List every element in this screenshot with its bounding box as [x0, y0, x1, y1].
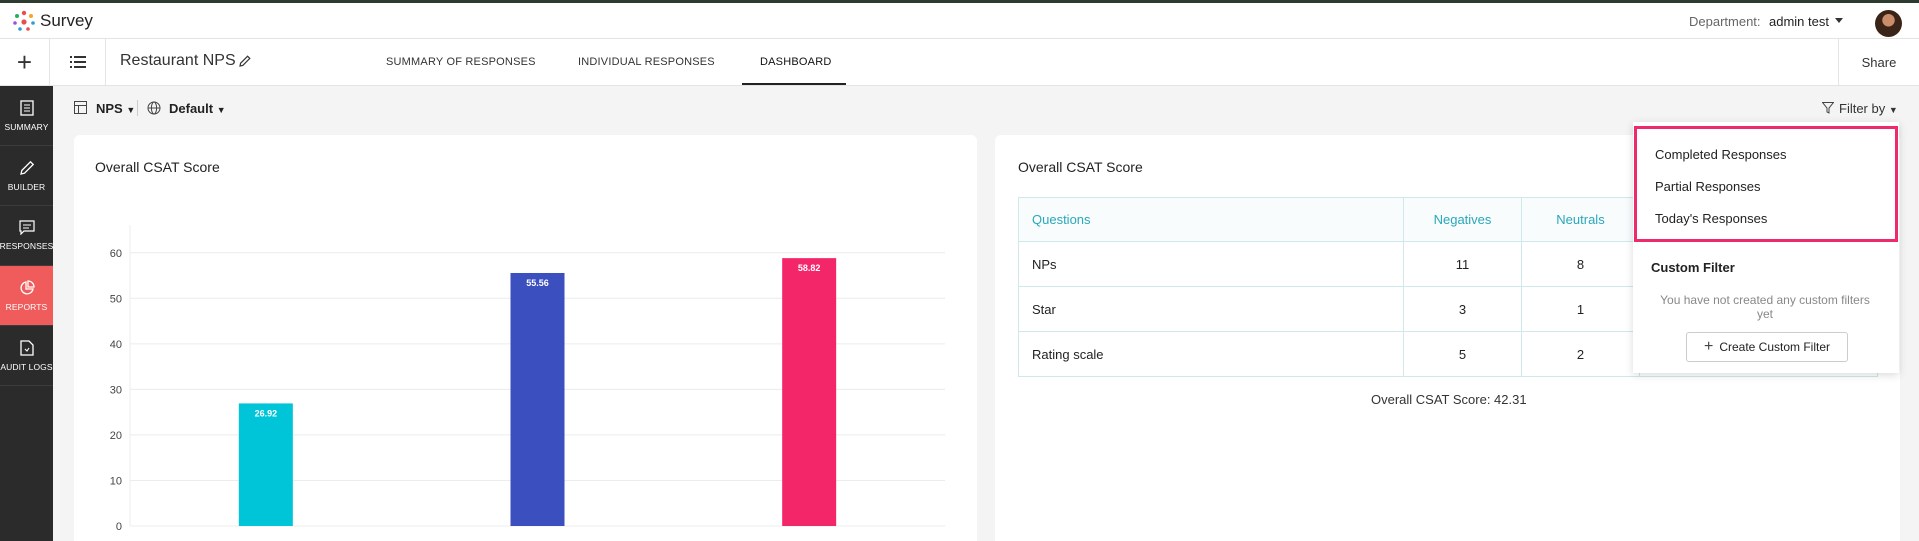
- table-cell: 3: [1403, 286, 1522, 332]
- y-tick-label: 50: [110, 293, 122, 305]
- tab-individual-responses[interactable]: INDIVIDUAL RESPONSES: [578, 56, 715, 68]
- y-tick-label: 40: [110, 339, 122, 351]
- view-select[interactable]: NPS ▼: [96, 101, 135, 116]
- edit-title-icon[interactable]: [239, 55, 251, 67]
- table-cell: Rating scale: [1018, 331, 1404, 377]
- y-tick-label: 20: [110, 430, 122, 442]
- column-header: Negatives: [1403, 197, 1522, 242]
- sidebar-item-audit-logs[interactable]: AUDIT LOGS: [0, 326, 53, 386]
- menu-list-button[interactable]: [50, 39, 106, 85]
- sidebar-item-label: RESPONSES: [0, 241, 54, 251]
- top-bar: Survey Department: admin test: [0, 3, 1919, 39]
- y-tick-label: 10: [110, 475, 122, 487]
- y-tick-label: 30: [110, 384, 122, 396]
- sidebar-item-responses[interactable]: RESPONSES: [0, 206, 53, 266]
- filter-option-today[interactable]: Today's Responses: [1655, 211, 1767, 226]
- filter-by-button[interactable]: Filter by ▼: [1839, 101, 1898, 116]
- y-tick-label: 60: [110, 248, 122, 260]
- custom-filter-empty-text: You have not created any custom filters …: [1660, 293, 1870, 321]
- create-custom-filter-button[interactable]: + Create Custom Filter: [1686, 332, 1848, 362]
- view-select-label: NPS: [96, 101, 123, 116]
- layout-icon: [74, 101, 87, 114]
- bar-value-label: 58.82: [798, 263, 821, 273]
- active-tab-indicator: [742, 83, 846, 85]
- chevron-down-icon: ▼: [1888, 105, 1898, 115]
- tab-dashboard[interactable]: DASHBOARD: [760, 56, 831, 68]
- survey-logo-icon: [13, 10, 35, 31]
- column-header: Questions: [1018, 197, 1404, 242]
- survey-subbar: + Restaurant NPS SUMMARY OF RESPONSES IN…: [0, 39, 1919, 86]
- filter-by-label: Filter by: [1839, 101, 1886, 116]
- table-cell: 8: [1521, 241, 1640, 287]
- document-icon: [19, 99, 34, 116]
- department-label: Department:: [1689, 14, 1761, 29]
- log-file-icon: [19, 339, 34, 356]
- filter-option-completed[interactable]: Completed Responses: [1655, 147, 1787, 162]
- bar: [510, 272, 565, 526]
- table-card-title: Overall CSAT Score: [1018, 159, 1143, 175]
- language-select[interactable]: Default ▼: [169, 101, 226, 116]
- globe-icon: [147, 101, 161, 115]
- add-button[interactable]: +: [0, 39, 50, 85]
- avatar[interactable]: [1875, 10, 1902, 37]
- chat-icon: [18, 220, 35, 235]
- sidebar-item-label: BUILDER: [7, 181, 46, 192]
- pencil-icon: [19, 160, 34, 175]
- chevron-down-icon: ▼: [216, 105, 226, 115]
- bar: [238, 403, 293, 526]
- toolbar-divider: [137, 100, 138, 116]
- bar: [782, 258, 837, 526]
- csat-chart-card: Overall CSAT Score 0 10 20 30 40 50 60 26.92 55.…: [74, 135, 977, 541]
- department-select[interactable]: admin test: [1769, 14, 1829, 29]
- survey-title: Restaurant NPS: [120, 52, 236, 69]
- share-button[interactable]: Share: [1838, 39, 1919, 85]
- table-cell: 11: [1403, 241, 1522, 287]
- bar-value-label: 26.92: [255, 408, 278, 418]
- sidebar-item-reports[interactable]: REPORTS: [0, 266, 53, 326]
- table-cell: 1: [1521, 286, 1640, 332]
- side-nav: SUMMARY BUILDER RESPONSES REPORTS AUDIT …: [0, 86, 53, 541]
- language-select-label: Default: [169, 101, 214, 116]
- create-custom-filter-label: Create Custom Filter: [1719, 340, 1831, 354]
- filter-option-partial[interactable]: Partial Responses: [1655, 179, 1761, 194]
- sidebar-item-builder[interactable]: BUILDER: [0, 146, 53, 206]
- tab-summary-of-responses[interactable]: SUMMARY OF RESPONSES: [386, 56, 536, 68]
- table-cell: 5: [1403, 331, 1522, 377]
- column-header: Neutrals: [1521, 197, 1640, 242]
- y-tick-label: 0: [116, 521, 122, 533]
- table-cell: 2: [1521, 331, 1640, 377]
- sidebar-item-label: SUMMARY: [4, 121, 49, 132]
- sidebar-item-label: AUDIT LOGS: [0, 361, 53, 372]
- bar-value-label: 55.56: [526, 278, 549, 288]
- caret-down-icon[interactable]: [1835, 18, 1843, 23]
- chevron-down-icon: ▼: [126, 105, 136, 115]
- brand-name: Survey: [40, 11, 93, 30]
- table-cell: NPs: [1018, 241, 1404, 287]
- list-icon: [69, 56, 86, 68]
- pie-chart-icon: [19, 279, 35, 295]
- plus-icon: +: [1703, 338, 1714, 355]
- plus-icon: +: [16, 46, 33, 77]
- custom-filter-heading: Custom Filter: [1651, 260, 1735, 275]
- csat-bar-chart: 0 10 20 30 40 50 60 26.92 55.56 58.82: [110, 225, 945, 533]
- sidebar-item-summary[interactable]: SUMMARY: [0, 86, 53, 146]
- sidebar-item-label: REPORTS: [5, 301, 48, 312]
- table-cell: Star: [1018, 286, 1404, 332]
- filter-icon: [1822, 102, 1834, 114]
- overall-csat-score: Overall CSAT Score: 42.31: [1371, 392, 1527, 407]
